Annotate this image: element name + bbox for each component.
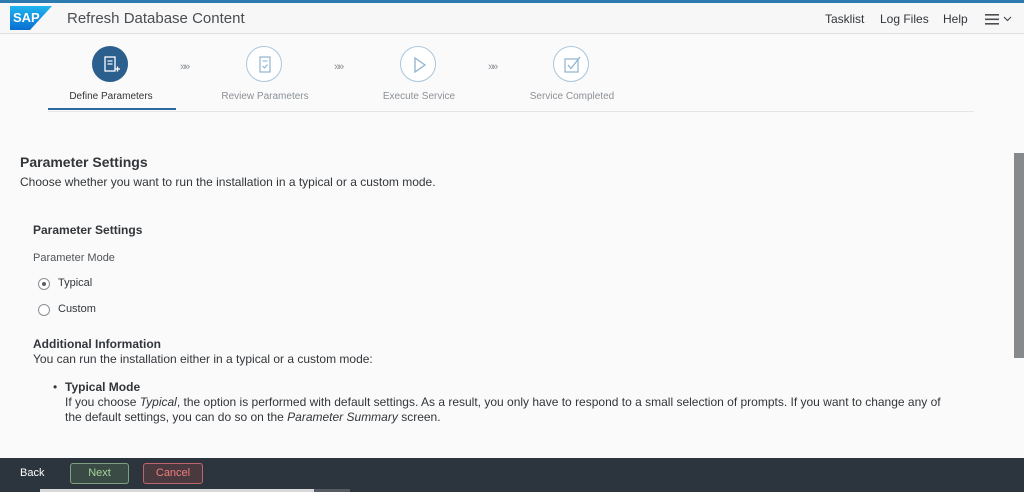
tasklist-link[interactable]: Tasklist — [825, 12, 864, 26]
typical-mode-description: If you choose Typical, the option is per… — [65, 395, 941, 424]
step-label: Define Parameters — [69, 91, 153, 102]
main-content: Parameter Settings Choose whether you wa… — [0, 113, 1012, 458]
step-circle — [92, 46, 128, 82]
scrollbar-thumb[interactable] — [1014, 153, 1024, 358]
radio-typical[interactable]: Typical — [38, 276, 108, 292]
help-link[interactable]: Help — [943, 12, 968, 26]
active-step-indicator — [48, 108, 176, 110]
cancel-button[interactable]: Cancel — [143, 463, 203, 484]
wizard-step-service-completed[interactable]: Service Completed — [492, 46, 652, 116]
wizard-step-review-parameters[interactable]: Review Parameters — [185, 46, 345, 116]
play-icon — [414, 56, 427, 74]
step-circle — [553, 46, 589, 82]
page-description: Choose whether you want to run the insta… — [20, 175, 436, 189]
app-title: Refresh Database Content — [67, 10, 245, 27]
back-button[interactable]: Back — [20, 467, 44, 479]
step-label: Review Parameters — [221, 91, 309, 102]
step-label: Service Completed — [529, 91, 615, 102]
additional-info-heading: Additional Information — [33, 337, 161, 351]
edit-document-icon — [104, 56, 120, 72]
step-circle — [246, 46, 282, 82]
hamburger-menu-icon[interactable] — [984, 11, 1014, 27]
parameter-mode-label: Parameter Mode — [33, 252, 115, 264]
wizard-progress: Define Parameters »» Review Parameters »… — [0, 34, 1024, 114]
wizard-step-execute-service[interactable]: Execute Service — [339, 46, 499, 116]
svg-text:SAP: SAP — [13, 10, 40, 25]
radio-label: Typical — [58, 277, 93, 289]
step-label: Execute Service — [382, 91, 456, 102]
radio-custom[interactable]: Custom — [38, 302, 108, 318]
bullet-marker: • — [53, 380, 58, 394]
wizard-divider — [48, 111, 974, 112]
radio-label: Custom — [58, 303, 96, 315]
log-files-link[interactable]: Log Files — [880, 12, 929, 26]
checklist-icon — [259, 56, 271, 73]
sap-logo: SAP — [10, 6, 52, 30]
checkbox-icon — [564, 56, 581, 73]
additional-info-text: You can run the installation either in a… — [33, 352, 373, 366]
radio-button[interactable] — [38, 278, 50, 290]
step-circle — [400, 46, 436, 82]
shell-bar: SAP Refresh Database Content Tasklist Lo… — [0, 3, 1024, 34]
section-heading: Parameter Settings — [33, 223, 143, 237]
page-heading: Parameter Settings — [20, 154, 148, 170]
wizard-step-define-parameters[interactable]: Define Parameters — [31, 46, 191, 116]
radio-button[interactable] — [38, 304, 50, 316]
typical-mode-title: Typical Mode — [65, 380, 141, 394]
next-button[interactable]: Next — [70, 463, 129, 484]
